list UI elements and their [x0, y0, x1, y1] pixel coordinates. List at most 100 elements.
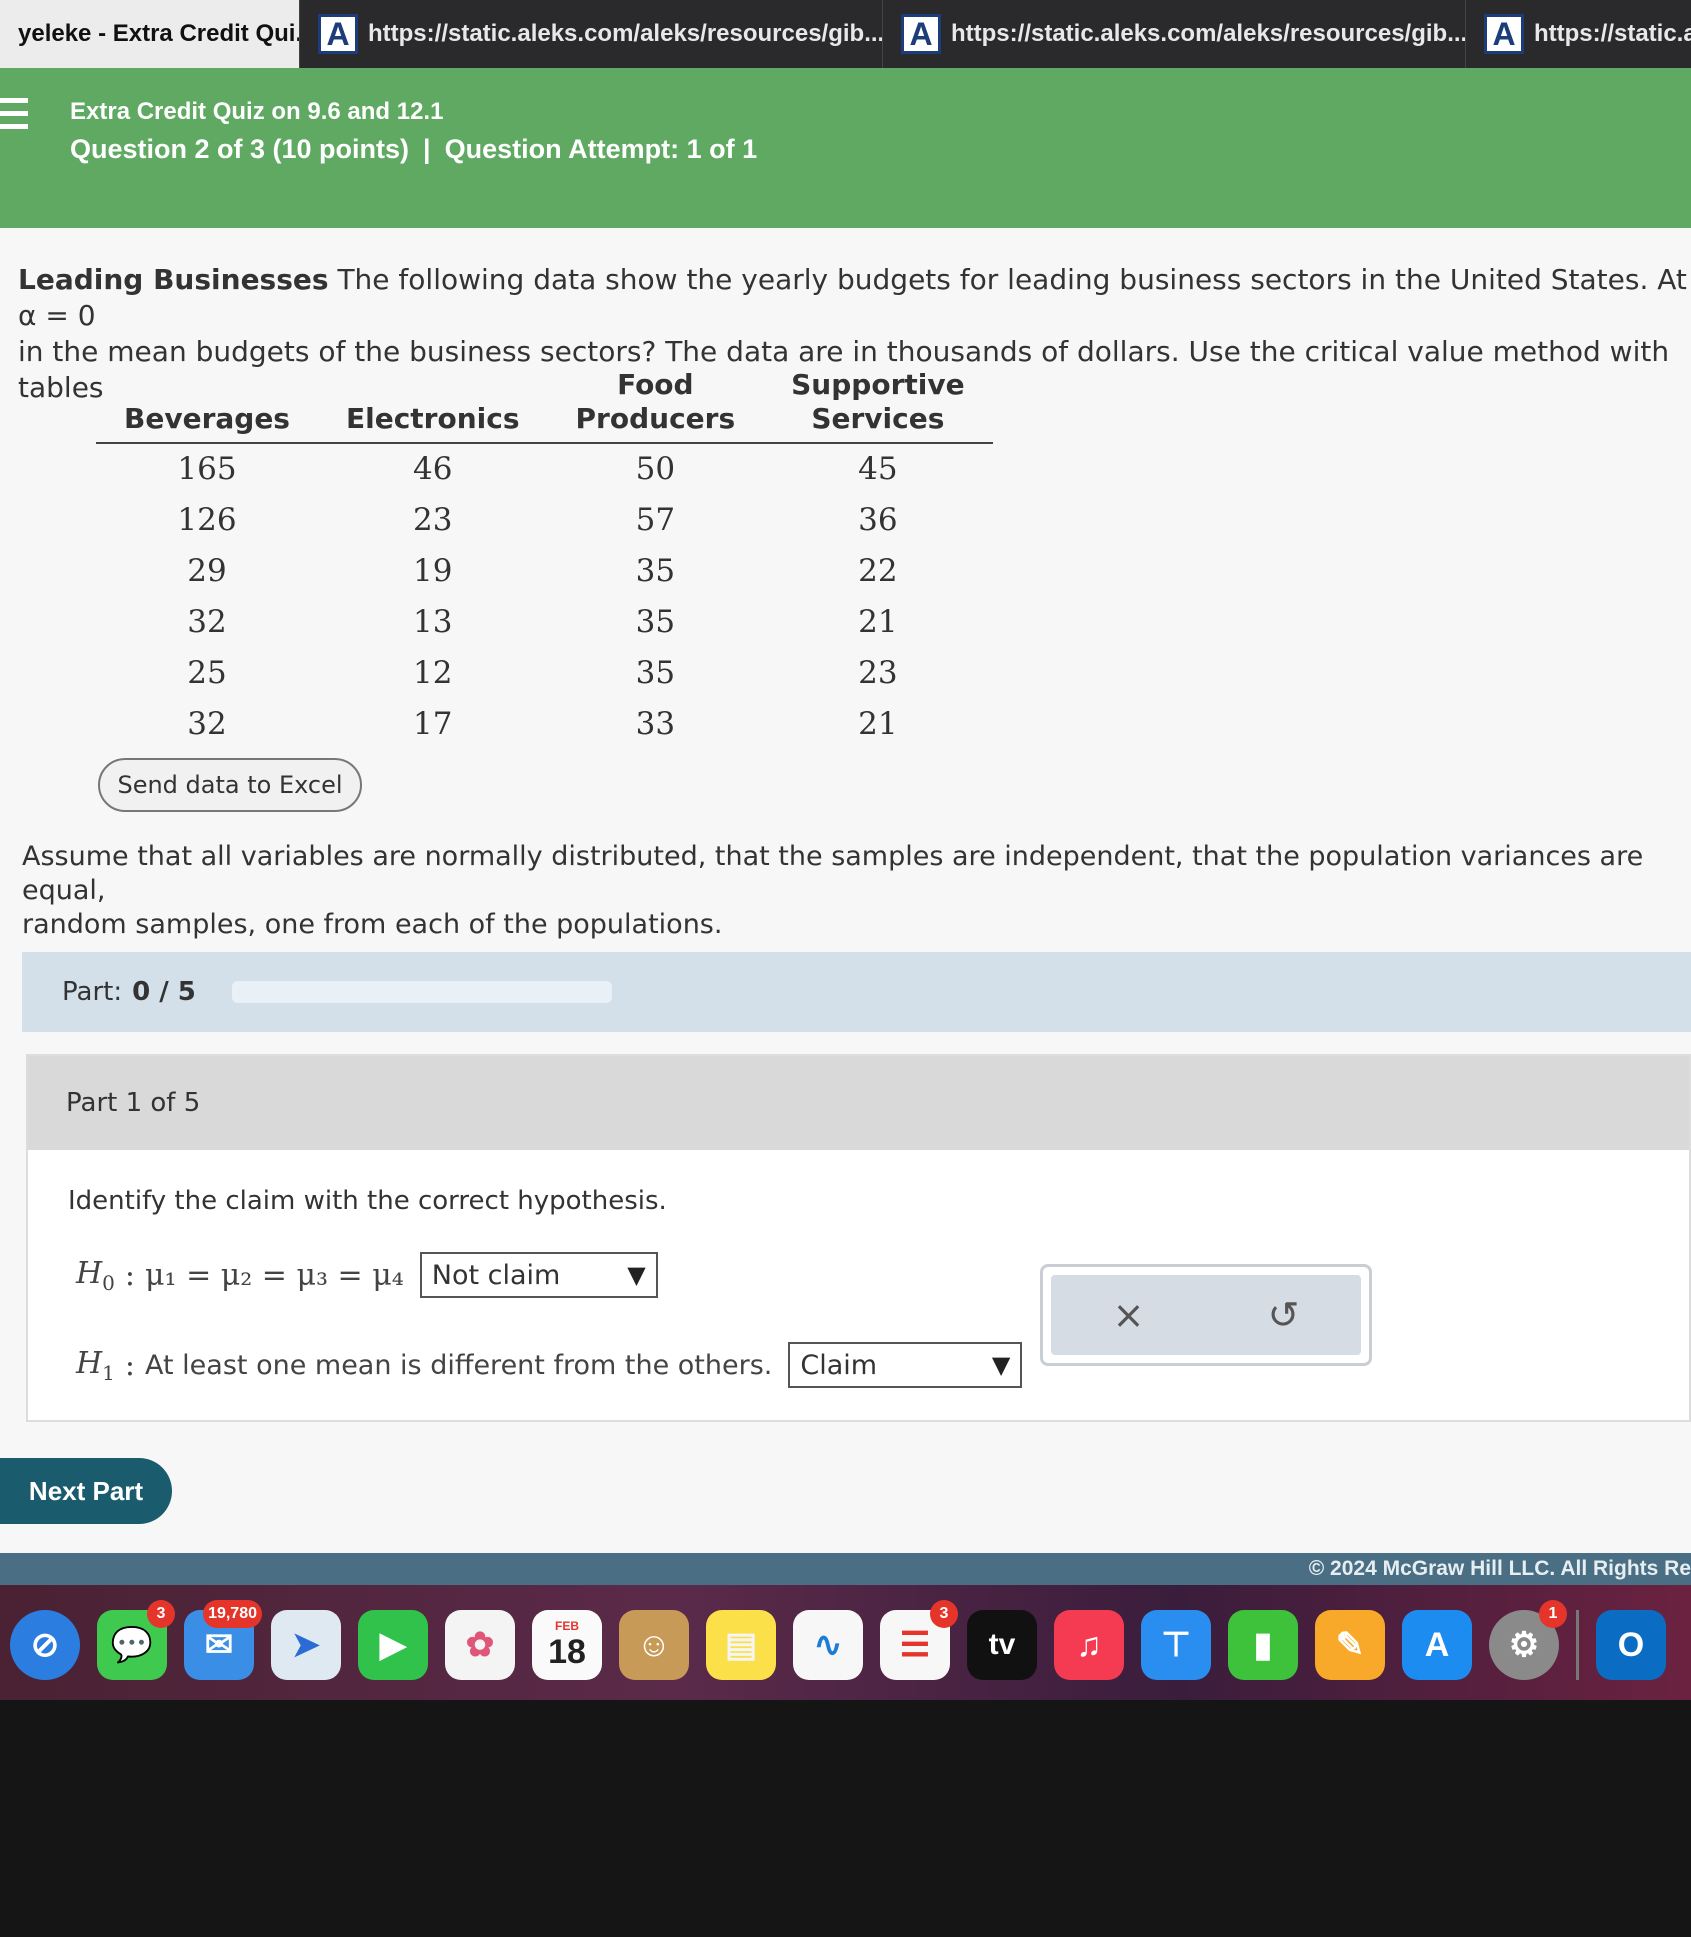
- settings-badge: 1: [1539, 1600, 1567, 1628]
- tab-extra-credit-quiz[interactable]: yeleke - Extra Credit Qui...: [0, 0, 300, 68]
- macos-dock: ⊘ 💬 3 ✉ 19,780 ➤ ▶ ✿ FEB 18 ☺ ▤ ∿ ☰ 3 tv ♫ …: [0, 1600, 1691, 1690]
- safari-icon[interactable]: ⊘: [10, 1610, 80, 1680]
- browser-tab-strip: yeleke - Extra Credit Qui... A https://s…: [0, 0, 1691, 68]
- assumption-text: Assume that all variables are normally d…: [22, 840, 1687, 942]
- part-heading: Part 1 of 5: [28, 1056, 1689, 1150]
- dropdown-arrow-icon: ▼: [991, 1351, 1011, 1379]
- part-instruction: Identify the claim with the correct hypo…: [68, 1186, 667, 1216]
- h1-text: At least one mean is different from the …: [145, 1349, 773, 1381]
- table-cell: 32: [187, 705, 227, 742]
- calendar-day: 18: [548, 1632, 586, 1671]
- tab-label: https://static.aleks.com/aleks/resources…: [368, 20, 883, 47]
- table-cell: 45: [858, 451, 898, 487]
- aleks-favicon-icon: A: [1484, 14, 1524, 54]
- outlook-icon[interactable]: O: [1596, 1610, 1666, 1680]
- apple-tv-icon[interactable]: tv: [967, 1610, 1037, 1680]
- table-cell: 13: [413, 603, 453, 640]
- notes-icon[interactable]: ▤: [706, 1610, 776, 1680]
- photos-icon[interactable]: ✿: [445, 1610, 515, 1680]
- table-header-row: Beverages Electronics Food Producers Supp…: [96, 368, 993, 444]
- question-info: Question 2 of 3 (10 points) | Question Att…: [70, 134, 757, 165]
- tab-aleks-resource-2[interactable]: A https://static.aleks.com/aleks/resourc…: [883, 0, 1466, 68]
- clear-icon[interactable]: ×: [1099, 1293, 1159, 1337]
- aleks-favicon-icon: A: [318, 14, 358, 54]
- undo-icon[interactable]: ↺: [1254, 1293, 1314, 1337]
- keynote-icon[interactable]: ⊤: [1141, 1610, 1211, 1680]
- reminders-icon[interactable]: ☰ 3: [880, 1600, 958, 1680]
- table-cell: 35: [635, 552, 676, 589]
- h1-symbol: H1: [76, 1345, 115, 1385]
- part-score: 0 / 5: [132, 977, 196, 1007]
- tab-aleks-resource-3[interactable]: A https://static.a: [1466, 0, 1691, 68]
- table-row: 32 13 35 21: [96, 596, 993, 647]
- mail-badge: 19,780: [203, 1600, 262, 1628]
- tab-label: yeleke - Extra Credit Qui...: [18, 20, 300, 47]
- pages-icon[interactable]: ✎: [1315, 1610, 1385, 1680]
- calendar-icon[interactable]: FEB 18: [532, 1610, 602, 1680]
- next-part-button[interactable]: Next Part: [0, 1458, 172, 1524]
- screen-bezel: [0, 1700, 1691, 1937]
- table-cell: 33: [635, 705, 676, 742]
- table-cell: 23: [413, 501, 453, 538]
- colon: :: [124, 1257, 136, 1293]
- table-cell: 19: [413, 552, 453, 589]
- facetime-icon[interactable]: ▶: [358, 1610, 428, 1680]
- tv-label: tv: [988, 1628, 1016, 1661]
- tab-aleks-resource-1[interactable]: A https://static.aleks.com/aleks/resourc…: [300, 0, 883, 68]
- table-row: 29 19 35 22: [96, 545, 993, 596]
- quiz-header: Extra Credit Quiz on 9.6 and 12.1 Questi…: [0, 68, 1691, 228]
- assumption-line1: Assume that all variables are normally d…: [22, 841, 1644, 906]
- maps-icon[interactable]: ➤: [271, 1610, 341, 1680]
- assumption-line2: random samples, one from each of the pop…: [22, 909, 723, 940]
- reminders-badge: 3: [930, 1600, 958, 1628]
- table-cell: 17: [413, 705, 453, 742]
- send-data-to-excel-button[interactable]: Send data to Excel: [98, 758, 362, 812]
- table-cell: 12: [413, 654, 453, 691]
- table-cell: 126: [177, 501, 237, 538]
- question-attempt: Question Attempt: 1 of 1: [444, 134, 758, 164]
- table-cell: 35: [635, 603, 676, 640]
- system-settings-icon[interactable]: ⚙ 1: [1489, 1600, 1567, 1680]
- h0-symbol: H0: [76, 1255, 115, 1295]
- column-header: Supportive Services: [763, 368, 993, 444]
- table-cell: 21: [858, 705, 898, 742]
- app-store-icon[interactable]: A: [1402, 1610, 1472, 1680]
- null-hypothesis-row: H0 : μ₁ = μ₂ = μ₃ = μ₄ Not claim ▼: [76, 1252, 658, 1298]
- tab-label: https://static.a: [1534, 20, 1691, 47]
- tab-label: https://static.aleks.com/aleks/resources…: [951, 20, 1466, 47]
- table-cell: 46: [413, 451, 453, 487]
- dropdown-value: Not claim: [431, 1259, 561, 1291]
- messages-icon[interactable]: 💬 3: [97, 1600, 175, 1680]
- quiz-title: Extra Credit Quiz on 9.6 and 12.1: [70, 98, 444, 125]
- progress-track: [231, 981, 612, 1003]
- table-row: 165 46 50 45: [96, 443, 993, 494]
- dropdown-arrow-icon: ▼: [627, 1261, 646, 1289]
- numbers-icon[interactable]: ▮: [1228, 1610, 1298, 1680]
- alternative-hypothesis-row: H1 : At least one mean is different from…: [76, 1342, 1023, 1388]
- contacts-icon[interactable]: ☺: [619, 1610, 689, 1680]
- separator: |: [423, 134, 431, 164]
- aleks-favicon-icon: A: [901, 14, 941, 54]
- problem-title: Leading Businesses: [18, 263, 329, 296]
- question-page: Leading Businesses The following data sh…: [0, 228, 1691, 1585]
- dock-divider: [1576, 1610, 1579, 1680]
- h1-claim-dropdown[interactable]: Claim ▼: [788, 1342, 1023, 1388]
- mail-icon[interactable]: ✉ 19,780: [184, 1600, 262, 1680]
- freeform-icon[interactable]: ∿: [793, 1610, 863, 1680]
- table-cell: 50: [635, 451, 676, 487]
- hamburger-menu-icon[interactable]: [0, 98, 28, 138]
- calendar-month: FEB: [555, 1618, 579, 1633]
- answer-tools: × ↺: [1040, 1264, 1372, 1366]
- table-row: 25 12 35 23: [96, 647, 993, 698]
- table-cell: 32: [187, 603, 227, 640]
- table-row: 32 17 33 21: [96, 698, 993, 749]
- table-row: 126 23 57 36: [96, 494, 993, 545]
- messages-badge: 3: [147, 1600, 175, 1628]
- h0-claim-dropdown[interactable]: Not claim ▼: [419, 1252, 658, 1298]
- column-header: Electronics: [317, 368, 548, 444]
- table-cell: 21: [858, 603, 898, 640]
- table-cell: 23: [858, 654, 898, 691]
- music-icon[interactable]: ♫: [1054, 1610, 1124, 1680]
- colon: :: [124, 1347, 136, 1383]
- part-panel: Part 1 of 5 Identify the claim with the …: [26, 1054, 1691, 1422]
